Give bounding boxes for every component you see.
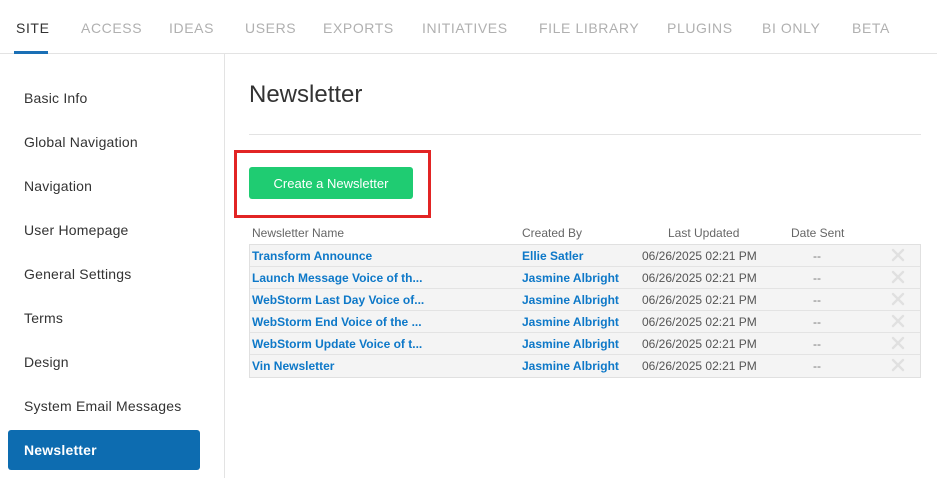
delete-x-icon[interactable] xyxy=(891,292,905,306)
settings-sidebar: Basic Info Global Navigation Navigation … xyxy=(0,54,225,478)
newsletter-table: Transform Announce Ellie Satler 06/26/2025… xyxy=(249,244,921,378)
table-header: Newsletter Name Created By Last Updated … xyxy=(249,226,921,244)
sidebar-item-user-homepage[interactable]: User Homepage xyxy=(8,210,200,250)
last-updated-value: 06/26/2025 02:21 PM xyxy=(642,337,757,351)
last-updated-value: 06/26/2025 02:21 PM xyxy=(642,249,757,263)
tab-site[interactable]: SITE xyxy=(16,20,50,36)
created-by-link[interactable]: Jasmine Albright xyxy=(522,359,619,373)
newsletter-name-link[interactable]: Launch Message Voice of th... xyxy=(252,271,422,285)
newsletter-name-link[interactable]: WebStorm Update Voice of t... xyxy=(252,337,422,351)
sidebar-item-design[interactable]: Design xyxy=(8,342,200,382)
top-navigation: SITE ACCESS IDEAS USERS EXPORTS INITIATI… xyxy=(0,0,937,54)
newsletter-name-link[interactable]: Transform Announce xyxy=(252,249,372,263)
delete-x-icon[interactable] xyxy=(891,358,905,372)
sidebar-item-global-navigation[interactable]: Global Navigation xyxy=(8,122,200,162)
column-header-last-updated: Last Updated xyxy=(668,226,740,240)
newsletter-name-link[interactable]: WebStorm End Voice of the ... xyxy=(252,315,422,329)
table-row: WebStorm Update Voice of t... Jasmine Alb… xyxy=(250,333,920,355)
last-updated-value: 06/26/2025 02:21 PM xyxy=(642,271,757,285)
table-row: WebStorm Last Day Voice of... Jasmine Alb… xyxy=(250,289,920,311)
sidebar-item-terms[interactable]: Terms xyxy=(8,298,200,338)
last-updated-value: 06/26/2025 02:21 PM xyxy=(642,359,757,373)
newsletter-name-link[interactable]: Vin Newsletter xyxy=(252,359,334,373)
date-sent-value: -- xyxy=(813,315,821,329)
table-row: WebStorm End Voice of the ... Jasmine Alb… xyxy=(250,311,920,333)
sidebar-item-system-email-messages[interactable]: System Email Messages xyxy=(8,386,200,426)
date-sent-value: -- xyxy=(813,293,821,307)
create-newsletter-button[interactable]: Create a Newsletter xyxy=(249,167,413,199)
created-by-link[interactable]: Jasmine Albright xyxy=(522,271,619,285)
tab-bi-only[interactable]: BI ONLY xyxy=(762,20,820,36)
column-header-name: Newsletter Name xyxy=(252,226,345,240)
sidebar-item-general-settings[interactable]: General Settings xyxy=(8,254,200,294)
title-divider xyxy=(249,134,921,135)
last-updated-value: 06/26/2025 02:21 PM xyxy=(642,315,757,329)
delete-x-icon[interactable] xyxy=(891,336,905,350)
date-sent-value: -- xyxy=(813,359,821,373)
last-updated-value: 06/26/2025 02:21 PM xyxy=(642,293,757,307)
date-sent-value: -- xyxy=(813,337,821,351)
date-sent-value: -- xyxy=(813,249,821,263)
sidebar-item-newsletter[interactable]: Newsletter xyxy=(8,430,200,470)
created-by-link[interactable]: Jasmine Albright xyxy=(522,337,619,351)
delete-x-icon[interactable] xyxy=(891,248,905,262)
column-header-date-sent: Date Sent xyxy=(791,226,845,240)
delete-x-icon[interactable] xyxy=(891,314,905,328)
created-by-link[interactable]: Ellie Satler xyxy=(522,249,583,263)
tab-initiatives[interactable]: INITIATIVES xyxy=(422,20,508,36)
table-row: Launch Message Voice of th... Jasmine Alb… xyxy=(250,267,920,289)
table-row: Vin Newsletter Jasmine Albright 06/26/2025… xyxy=(250,355,920,377)
tab-access[interactable]: ACCESS xyxy=(81,20,142,36)
tab-exports[interactable]: EXPORTS xyxy=(323,20,394,36)
tab-plugins[interactable]: PLUGINS xyxy=(667,20,733,36)
delete-x-icon[interactable] xyxy=(891,270,905,284)
sidebar-item-basic-info[interactable]: Basic Info xyxy=(8,78,200,118)
column-header-created-by: Created By xyxy=(522,226,583,240)
tab-ideas[interactable]: IDEAS xyxy=(169,20,214,36)
newsletter-name-link[interactable]: WebStorm Last Day Voice of... xyxy=(252,293,424,307)
created-by-link[interactable]: Jasmine Albright xyxy=(522,293,619,307)
sidebar-item-navigation[interactable]: Navigation xyxy=(8,166,200,206)
table-row: Transform Announce Ellie Satler 06/26/2025… xyxy=(250,245,920,267)
page-title: Newsletter xyxy=(249,81,363,108)
tab-beta[interactable]: BETA xyxy=(852,20,890,36)
tab-file-library[interactable]: FILE LIBRARY xyxy=(539,20,639,36)
created-by-link[interactable]: Jasmine Albright xyxy=(522,315,619,329)
date-sent-value: -- xyxy=(813,271,821,285)
tab-users[interactable]: USERS xyxy=(245,20,296,36)
